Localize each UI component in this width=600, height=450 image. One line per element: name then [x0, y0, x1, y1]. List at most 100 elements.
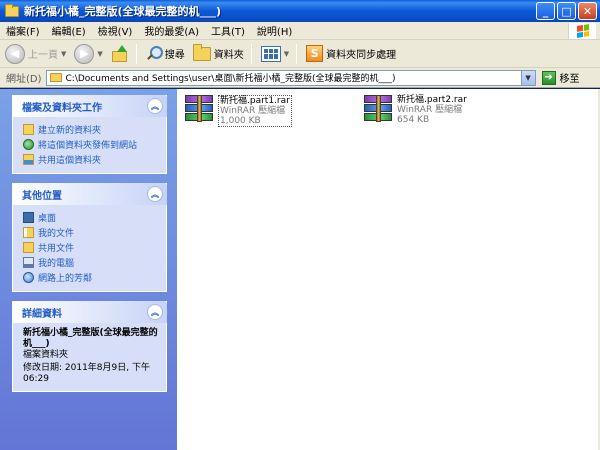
search-button[interactable]: 搜尋 [143, 42, 188, 66]
task-new-folder[interactable]: 建立新的資料夾 [23, 122, 158, 137]
back-label: 上一頁 [28, 50, 58, 61]
forward-button[interactable]: ▶ ▼ [71, 42, 105, 66]
collapse-chevron-icon[interactable]: ︽ [147, 98, 163, 114]
details-panel: 詳細資料 ︽ 新托福小橘_完整版(全球最完整的机___) 檔案資料夾 修改日期:… [12, 301, 167, 392]
menu-file[interactable]: 檔案(F) [0, 23, 46, 38]
task-pane: 檔案及資料夾工作 ︽ 建立新的資料夾 將這個資料夾發佈到網站 共用這個資料夾 其… [0, 89, 177, 450]
file-folder-tasks-panel: 檔案及資料夾工作 ︽ 建立新的資料夾 將這個資料夾發佈到網站 共用這個資料夾 [12, 95, 167, 174]
file-name: 新托福.part1.rar [220, 96, 290, 106]
place-my-computer[interactable]: 我的電腦 [23, 255, 158, 270]
folders-label: 資料夾 [213, 50, 244, 61]
place-desktop[interactable]: 桌面 [23, 210, 158, 225]
views-button[interactable]: ▼ [258, 42, 292, 66]
place-label: 桌面 [38, 214, 57, 224]
other-places-panel: 其他位置 ︽ 桌面 我的文件 共用文件 我的電腦 網路上的芳鄰 [12, 183, 167, 292]
details-modified-date: 修改日期: 2011年8月9日, 下午 06:29 [23, 363, 150, 384]
views-dropdown-icon[interactable]: ▼ [284, 50, 289, 58]
windows-logo-icon [568, 23, 596, 39]
collapse-chevron-icon[interactable]: ︽ [147, 186, 163, 202]
panel-header[interactable]: 檔案及資料夾工作 ︽ [12, 95, 167, 117]
back-button[interactable]: ◀ 上一頁 ▼ [2, 42, 69, 66]
address-label: 網址(D) [6, 74, 42, 85]
up-button[interactable] [108, 42, 132, 66]
menu-tools[interactable]: 工具(T) [205, 23, 251, 38]
file-info: 新托福.part2.rar WinRAR 壓縮檔 654 KB [397, 95, 467, 125]
menu-view[interactable]: 檢視(V) [92, 23, 139, 38]
file-item[interactable]: 新托福.part1.rar WinRAR 壓縮檔 1,000 KB [183, 95, 292, 127]
task-label: 建立新的資料夾 [38, 126, 102, 136]
toolbar-separator [135, 43, 137, 64]
file-size: 1,000 KB [220, 116, 261, 126]
computer-icon [23, 257, 34, 268]
search-label: 搜尋 [164, 50, 185, 61]
file-info: 新托福.part1.rar WinRAR 壓縮檔 1,000 KB [218, 95, 292, 127]
window-title: 新托福小橘_完整版(全球最完整的机___) [24, 5, 222, 18]
place-shared-documents[interactable]: 共用文件 [23, 240, 158, 255]
task-label: 將這個資料夾發佈到網站 [38, 141, 138, 151]
details-folder-name: 新托福小橘_完整版(全球最完整的机___) [23, 328, 158, 349]
menu-edit[interactable]: 編輯(E) [46, 23, 92, 38]
details-folder-type: 檔案資料夾 [23, 350, 69, 360]
toolbar: ◀ 上一頁 ▼ ▶ ▼ 搜尋 資料夾 ▼ S 資料夾同步處理 [0, 40, 600, 68]
task-label: 共用這個資料夾 [38, 156, 102, 166]
new-folder-icon [23, 124, 34, 135]
folder-icon [192, 43, 211, 61]
network-icon [23, 272, 34, 283]
file-size: 654 KB [397, 115, 430, 125]
file-name: 新托福.part2.rar [397, 95, 467, 105]
panel-title: 檔案及資料夾工作 [22, 102, 102, 114]
panel-header[interactable]: 詳細資料 ︽ [12, 301, 167, 323]
menu-bar: 檔案(F) 編輯(E) 檢視(V) 我的最愛(A) 工具(T) 說明(H) [0, 22, 600, 40]
back-dropdown-icon[interactable]: ▼ [61, 50, 66, 58]
back-arrow-icon: ◀ [5, 43, 25, 64]
views-icon [260, 45, 281, 62]
file-type: WinRAR 壓縮檔 [220, 106, 286, 116]
panel-header[interactable]: 其他位置 ︽ [12, 183, 167, 205]
share-folder-icon [23, 154, 34, 165]
forward-dropdown-icon[interactable]: ▼ [97, 50, 102, 58]
maximize-button[interactable]: □ [557, 2, 576, 20]
desktop-icon [23, 212, 34, 223]
explorer-window: 新托福小橘_完整版(全球最完整的机___) _ □ ✕ 檔案(F) 編輯(E) … [0, 0, 600, 450]
menu-help[interactable]: 說明(H) [251, 23, 298, 38]
panel-title: 詳細資料 [22, 308, 62, 320]
address-bar: 網址(D) C:\Documents and Settings\user\桌面\… [0, 68, 600, 88]
address-input[interactable]: C:\Documents and Settings\user\桌面\新托福小橘_… [45, 69, 536, 86]
documents-folder-icon [23, 227, 34, 238]
file-list-area[interactable]: 新托福.part1.rar WinRAR 壓縮檔 1,000 KB 新托福.pa… [177, 89, 600, 450]
sync-label: 資料夾同步處理 [326, 50, 397, 61]
search-icon [146, 45, 163, 62]
go-arrow-icon: ➔ [541, 70, 556, 85]
place-label: 共用文件 [38, 244, 75, 254]
close-button[interactable]: ✕ [578, 2, 597, 20]
shared-folder-icon [23, 242, 34, 253]
task-share-folder[interactable]: 共用這個資料夾 [23, 152, 158, 167]
address-dropdown-icon[interactable]: ▼ [520, 70, 535, 85]
place-label: 網路上的芳鄰 [38, 274, 93, 284]
sync-icon: S [306, 45, 324, 62]
file-item[interactable]: 新托福.part2.rar WinRAR 壓縮檔 654 KB [362, 95, 467, 125]
place-label: 我的電腦 [38, 259, 75, 269]
go-button[interactable]: ➔ 移至 [541, 70, 580, 85]
title-bar[interactable]: 新托福小橘_完整版(全球最完整的机___) _ □ ✕ [0, 0, 600, 22]
toolbar-separator [296, 43, 298, 64]
file-type: WinRAR 壓縮檔 [397, 105, 463, 115]
minimize-button[interactable]: _ [536, 2, 555, 20]
winrar-archive-icon [183, 95, 215, 123]
globe-icon [23, 139, 34, 150]
collapse-chevron-icon[interactable]: ︽ [147, 304, 163, 320]
go-label: 移至 [559, 74, 580, 85]
address-path[interactable]: C:\Documents and Settings\user\桌面\新托福小橘_… [66, 71, 396, 84]
folder-icon [49, 73, 62, 82]
task-publish-web[interactable]: 將這個資料夾發佈到網站 [23, 137, 158, 152]
panel-title: 其他位置 [22, 190, 62, 202]
winrar-archive-icon [362, 95, 394, 123]
folder-up-icon [111, 44, 129, 63]
forward-arrow-icon: ▶ [74, 43, 95, 64]
folders-button[interactable]: 資料夾 [190, 42, 247, 66]
folder-sync-button[interactable]: S 資料夾同步處理 [303, 42, 399, 66]
menu-favorites[interactable]: 我的最愛(A) [138, 23, 205, 38]
place-my-documents[interactable]: 我的文件 [23, 225, 158, 240]
place-network[interactable]: 網路上的芳鄰 [23, 270, 158, 285]
toolbar-separator [250, 43, 252, 64]
